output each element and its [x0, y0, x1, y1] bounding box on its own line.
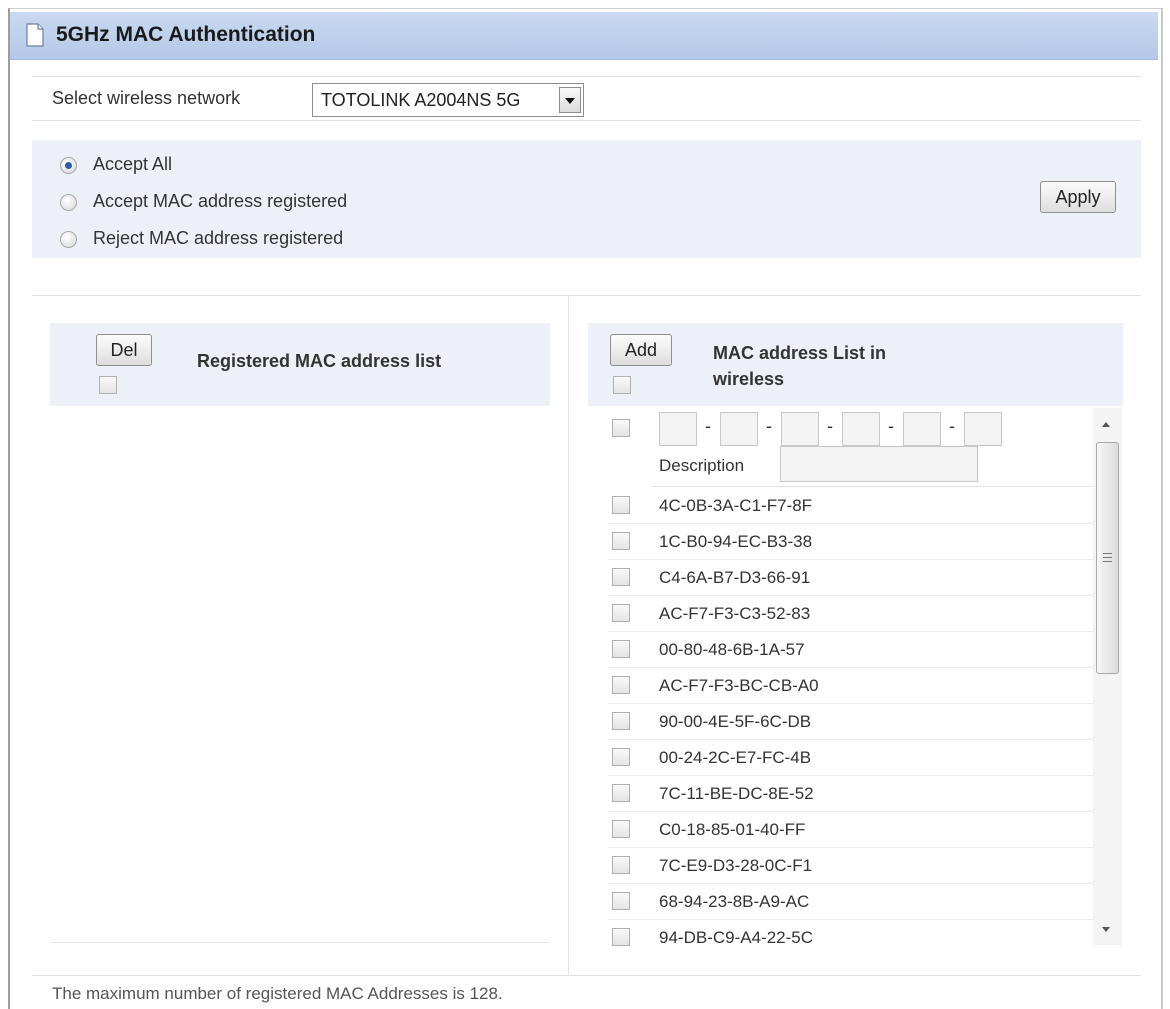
mac-checkbox[interactable] — [612, 568, 630, 586]
mac-address: AC-F7-F3-BC-CB-A0 — [659, 676, 819, 695]
mac-list-item[interactable]: 7C-11-BE-DC-8E-52 — [608, 776, 1113, 812]
chevron-down-icon[interactable] — [559, 87, 581, 113]
mac-octet-input-2[interactable] — [720, 412, 758, 446]
mac-address: 7C-E9-D3-28-0C-F1 — [659, 856, 813, 875]
mac-checkbox[interactable] — [612, 676, 630, 694]
apply-button[interactable]: Apply — [1040, 181, 1116, 213]
del-button[interactable]: Del — [96, 334, 152, 366]
mac-octet-input-6[interactable] — [964, 412, 1002, 446]
scroll-down-arrow-icon[interactable] — [1102, 927, 1110, 932]
mac-address: AC-F7-F3-C3-52-83 — [659, 604, 811, 623]
mac-list-item[interactable]: 90-00-4E-5F-6C-DB — [608, 704, 1113, 740]
mac-list-item[interactable]: 94-DB-C9-A4-22-5C — [608, 920, 1113, 956]
description-input[interactable] — [780, 446, 978, 482]
divider — [32, 295, 1141, 296]
mac-checkbox[interactable] — [612, 748, 630, 766]
divider — [652, 486, 1113, 487]
dash-separator: - — [949, 416, 955, 436]
description-label: Description — [659, 456, 745, 475]
dash-separator: - — [705, 416, 711, 436]
mac-address: 00-24-2C-E7-FC-4B — [659, 748, 812, 767]
add-button[interactable]: Add — [610, 334, 672, 366]
manual-entry-checkbox[interactable] — [612, 419, 630, 437]
divider — [32, 76, 1141, 77]
document-icon — [26, 23, 44, 47]
page-title: 5GHz MAC Authentication — [56, 23, 316, 46]
mac-list-item[interactable]: 00-80-48-6B-1A-57 — [608, 632, 1113, 668]
mac-checkbox[interactable] — [612, 928, 630, 946]
scroll-up-arrow-icon[interactable] — [1102, 422, 1110, 427]
max-mac-note: The maximum number of registered MAC Add… — [52, 984, 503, 1003]
mac-list-item[interactable]: AC-F7-F3-BC-CB-A0 — [608, 668, 1113, 704]
mac-checkbox[interactable] — [612, 820, 630, 838]
mac-checkbox[interactable] — [612, 856, 630, 874]
mac-list-item[interactable]: 7C-E9-D3-28-0C-F1 — [608, 848, 1113, 884]
mac-address: 00-80-48-6B-1A-57 — [659, 640, 805, 659]
mac-address: C0-18-85-01-40-FF — [659, 820, 806, 839]
wireless-list-title-line2: wireless — [713, 369, 785, 389]
radio-button[interactable] — [60, 157, 77, 174]
mac-checkbox[interactable] — [612, 784, 630, 802]
wireless-network-select[interactable]: TOTOLINK A2004NS 5G — [312, 83, 584, 117]
mac-address: 90-00-4E-5F-6C-DB — [659, 712, 812, 731]
mac-address: 7C-11-BE-DC-8E-52 — [659, 784, 814, 803]
selected-network: TOTOLINK A2004NS 5G — [321, 90, 521, 110]
radio-button[interactable] — [60, 194, 77, 211]
radio-label: Accept All — [93, 154, 173, 174]
mac-list-item[interactable]: 1C-B0-94-EC-B3-38 — [608, 524, 1113, 560]
mac-address: 4C-0B-3A-C1-F7-8F — [659, 496, 813, 515]
mac-checkbox[interactable] — [612, 532, 630, 550]
wireless-list-title-line1: MAC address List in — [713, 343, 887, 363]
radio-label: Accept MAC address registered — [93, 191, 348, 211]
column-divider — [568, 296, 569, 976]
radio-button[interactable] — [60, 231, 77, 248]
mac-octet-input-1[interactable] — [659, 412, 697, 446]
dash-separator: - — [888, 416, 894, 436]
mac-list-item[interactable]: C0-18-85-01-40-FF — [608, 812, 1113, 848]
scrollbar-thumb[interactable] — [1096, 442, 1119, 674]
registered-list-title: Registered MAC address list — [197, 351, 442, 371]
divider — [32, 975, 1141, 976]
network-select-label: Select wireless network — [52, 88, 241, 108]
divider — [50, 942, 550, 943]
mac-checkbox[interactable] — [612, 640, 630, 658]
mac-list-scrollbar[interactable] — [1093, 408, 1122, 945]
select-all-wireless-checkbox[interactable] — [613, 376, 631, 394]
mac-checkbox[interactable] — [612, 712, 630, 730]
section-title-bar: 5GHz MAC Authentication — [10, 12, 1158, 60]
mac-checkbox[interactable] — [612, 496, 630, 514]
mac-list-item[interactable]: 4C-0B-3A-C1-F7-8F — [608, 488, 1113, 524]
mac-address: C4-6A-B7-D3-66-91 — [659, 568, 811, 587]
mac-address: 1C-B0-94-EC-B3-38 — [659, 532, 813, 551]
mac-address: 94-DB-C9-A4-22-5C — [659, 928, 813, 947]
dash-separator: - — [827, 416, 833, 436]
mac-octet-input-5[interactable] — [903, 412, 941, 446]
mac-octet-input-4[interactable] — [842, 412, 880, 446]
radio-label: Reject MAC address registered — [93, 228, 344, 248]
mac-list-item[interactable]: 00-24-2C-E7-FC-4B — [608, 740, 1113, 776]
grip-icon — [1103, 553, 1112, 562]
mac-address: 68-94-23-8B-A9-AC — [659, 892, 810, 911]
mac-checkbox[interactable] — [612, 604, 630, 622]
mac-list-item[interactable]: 68-94-23-8B-A9-AC — [608, 884, 1113, 920]
dash-separator: - — [766, 416, 772, 436]
mac-list-item[interactable]: AC-F7-F3-C3-52-83 — [608, 596, 1113, 632]
mac-octet-input-3[interactable] — [781, 412, 819, 446]
select-all-registered-checkbox[interactable] — [99, 376, 117, 394]
divider — [32, 120, 1141, 121]
mac-list-item[interactable]: C4-6A-B7-D3-66-91 — [608, 560, 1113, 596]
mac-checkbox[interactable] — [612, 892, 630, 910]
